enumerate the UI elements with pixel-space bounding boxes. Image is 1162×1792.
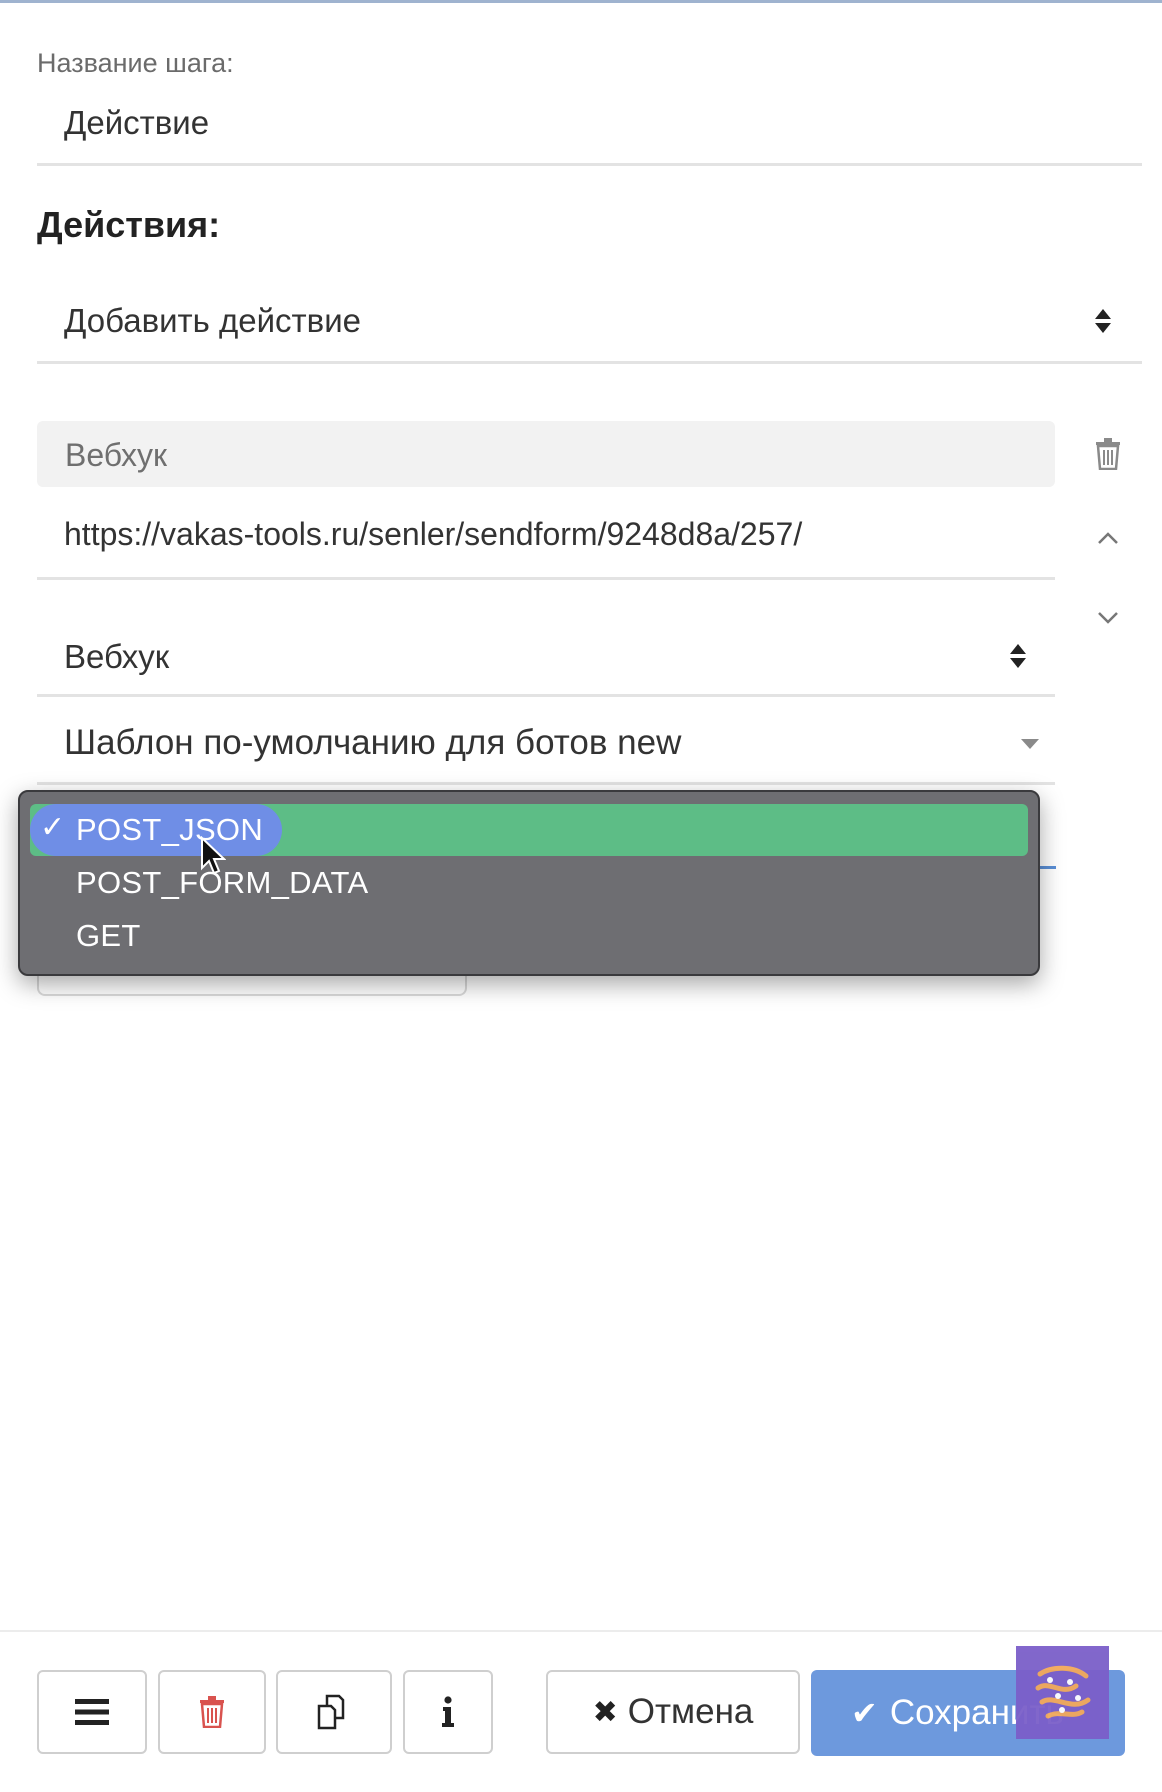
close-icon: ✖ bbox=[592, 1695, 618, 1729]
action-type-title: Вебхук bbox=[65, 437, 168, 473]
step-name-input[interactable]: Действие bbox=[64, 104, 209, 142]
cancel-button[interactable]: ✖ Отмена bbox=[546, 1670, 800, 1754]
copy-icon bbox=[317, 1694, 345, 1730]
check-icon: ✔ bbox=[851, 1695, 878, 1731]
webhook-url-input[interactable]: https://vakas-tools.ru/senler/sendform/9… bbox=[64, 516, 802, 553]
url-underline bbox=[37, 577, 1055, 580]
select-arrows-icon[interactable] bbox=[1094, 308, 1112, 334]
action-type-header: Вебхук bbox=[37, 421, 1055, 487]
move-down-button[interactable] bbox=[1088, 598, 1128, 638]
delete-action-button[interactable] bbox=[1088, 434, 1128, 474]
option-get[interactable]: GET bbox=[76, 918, 141, 954]
option-post-json[interactable]: POST_JSON bbox=[76, 812, 263, 848]
step-name-underline bbox=[37, 163, 1142, 166]
action-type-select[interactable]: Вебхук bbox=[64, 638, 169, 676]
chevron-up-icon bbox=[1098, 532, 1118, 544]
mouse-cursor-icon bbox=[200, 835, 227, 881]
hamburger-icon bbox=[75, 1699, 109, 1725]
checkmark-icon: ✓ bbox=[40, 811, 66, 844]
caret-down-icon[interactable] bbox=[1010, 724, 1050, 764]
move-up-button[interactable] bbox=[1088, 518, 1128, 558]
template-underline bbox=[37, 782, 1055, 785]
toolbar-separator bbox=[0, 1630, 1162, 1632]
copy-step-button[interactable] bbox=[276, 1670, 392, 1754]
step-name-label: Название шага: bbox=[37, 48, 234, 78]
trash-icon bbox=[1096, 438, 1120, 470]
info-icon bbox=[442, 1696, 454, 1727]
actions-title: Действия: bbox=[37, 204, 221, 245]
chevron-down-icon bbox=[1098, 612, 1118, 624]
menu-button[interactable] bbox=[37, 1670, 147, 1754]
type-select-underline bbox=[37, 694, 1055, 697]
trash-icon bbox=[200, 1696, 224, 1728]
delete-step-button[interactable] bbox=[158, 1670, 266, 1754]
add-action-underline bbox=[37, 361, 1142, 364]
select-arrows-icon[interactable] bbox=[1009, 643, 1027, 669]
add-action-select[interactable]: Добавить действие bbox=[64, 302, 361, 340]
top-border bbox=[0, 0, 1162, 3]
method-dropdown[interactable]: ✓ POST_JSON POST_FORM_DATA GET bbox=[18, 790, 1040, 976]
cancel-label: Отмена bbox=[627, 1692, 754, 1731]
logo-watermark-icon bbox=[1016, 1646, 1109, 1739]
template-select[interactable]: Шаблон по-умолчанию для ботов new bbox=[64, 723, 681, 763]
info-button[interactable] bbox=[403, 1670, 493, 1754]
